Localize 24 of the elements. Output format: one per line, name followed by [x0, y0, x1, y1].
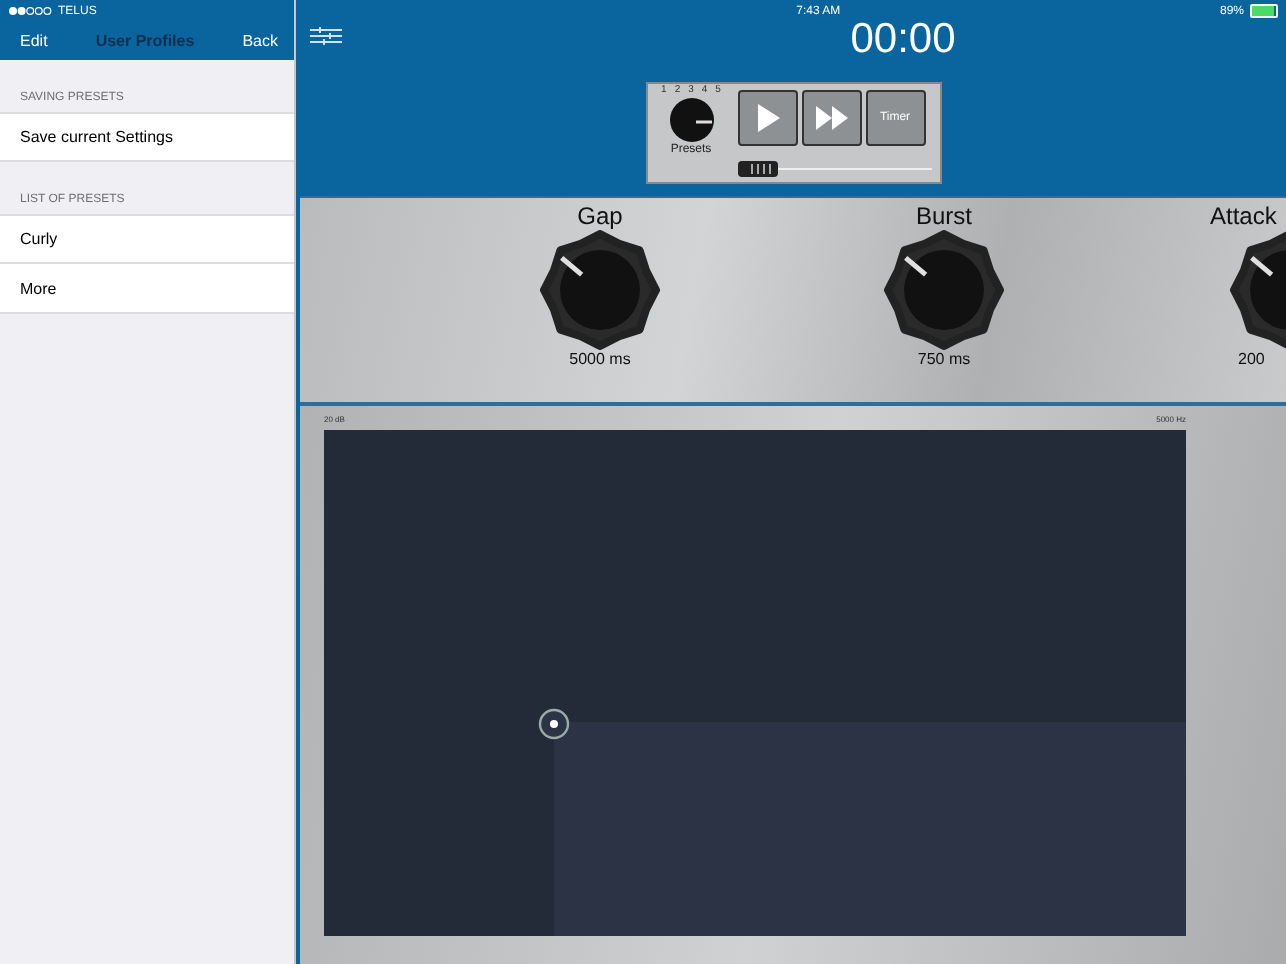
back-button[interactable]: Back [242, 32, 278, 50]
signal-icon [8, 6, 52, 16]
knob-label: Gap [577, 202, 623, 230]
play-icon [755, 104, 779, 132]
battery-icon [1250, 4, 1278, 18]
knob-value: 5000 ms [569, 350, 631, 368]
fast-forward-icon [815, 106, 847, 130]
edit-button[interactable]: Edit [20, 32, 48, 50]
knob[interactable] [540, 230, 660, 350]
knob-value: 200 [1238, 350, 1265, 368]
list-item[interactable]: Curly [0, 214, 294, 264]
knob-label: Burst [915, 202, 972, 230]
graph-handle[interactable] [536, 706, 572, 742]
knob-value: 750 ms [917, 350, 971, 368]
list-item[interactable]: More [0, 264, 294, 314]
timer-display: 00:00 [848, 16, 958, 64]
sliders-icon[interactable] [310, 26, 342, 46]
play-button[interactable] [737, 90, 797, 146]
knob[interactable] [884, 230, 1004, 350]
preset-dial[interactable] [665, 96, 717, 144]
nav-title: User Profiles [95, 32, 195, 50]
list-item[interactable]: Save current Settings [0, 112, 294, 162]
fast-forward-button[interactable] [801, 90, 861, 146]
knob-label: Attack [1210, 202, 1277, 230]
